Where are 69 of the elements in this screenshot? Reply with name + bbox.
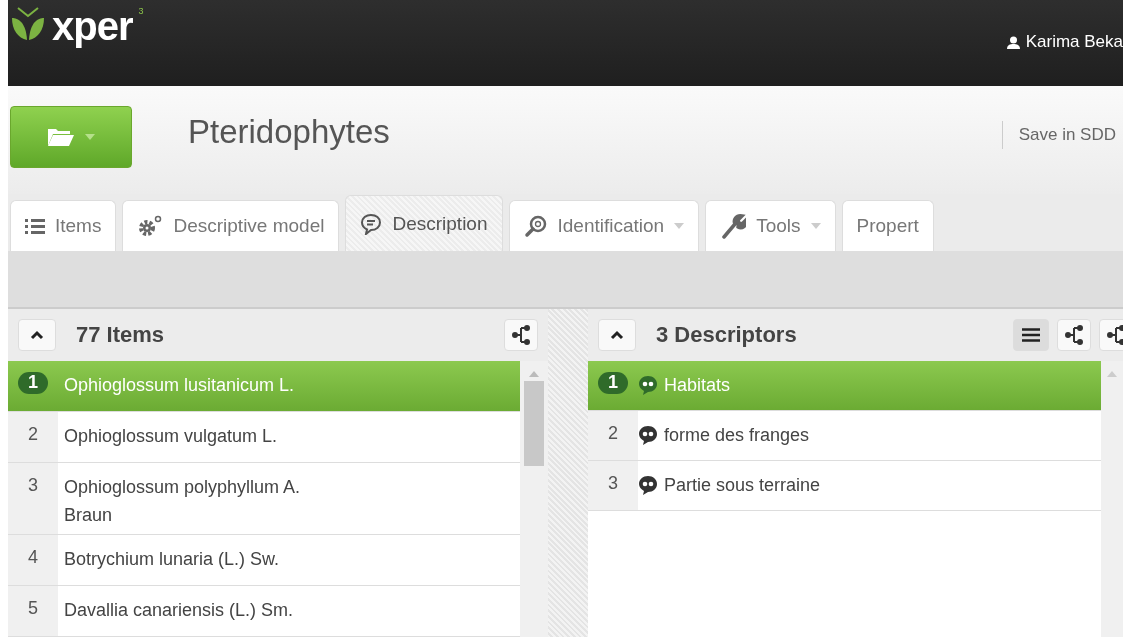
scroll-up-icon[interactable] xyxy=(529,371,539,377)
row-number: 1 xyxy=(598,372,628,394)
user-icon xyxy=(1006,35,1020,49)
magnifier-icon xyxy=(523,214,548,238)
row-number: 3 xyxy=(28,475,38,497)
row-number: 5 xyxy=(28,598,38,620)
app-logo: xper xyxy=(52,6,133,46)
descriptor-name: forme des franges xyxy=(664,424,811,447)
collapse-button[interactable] xyxy=(18,319,56,351)
speech-bubble-icon xyxy=(360,212,383,235)
descriptor-row[interactable]: 3 Partie sous terraine xyxy=(588,461,1101,511)
speech-bubble-icon xyxy=(638,475,658,495)
gears-icon xyxy=(137,215,164,237)
scrollbar[interactable] xyxy=(520,361,548,637)
tree-lock-button[interactable] xyxy=(1057,319,1091,351)
descriptor-row[interactable]: 2 forme des franges xyxy=(588,411,1101,461)
row-number: 4 xyxy=(28,547,38,569)
item-row[interactable]: 3 Ophioglossum polyphyllum A. Braun xyxy=(8,463,520,535)
project-title: Pteridophytes xyxy=(188,113,391,151)
folder-button[interactable] xyxy=(10,106,132,168)
tab[interactable]: Tools xyxy=(705,200,836,251)
tab[interactable]: Identification xyxy=(508,200,700,251)
caret-icon xyxy=(674,223,685,229)
tab[interactable]: Description xyxy=(345,195,503,251)
descriptor-name: Partie sous terraine xyxy=(664,474,822,497)
scrollbar[interactable] xyxy=(1101,361,1123,637)
item-name: Botrychium lunaria (L.) Sw. xyxy=(63,548,281,571)
tree-icon xyxy=(1065,325,1083,345)
panel-title: 77 Items xyxy=(76,322,166,348)
list-icon xyxy=(25,217,45,235)
tab[interactable]: Propert xyxy=(841,200,934,251)
folder-icon xyxy=(47,127,75,147)
tree-icon xyxy=(1107,325,1123,345)
descriptor-name: Habitats xyxy=(664,374,732,397)
item-name: Davallia canariensis (L.) Sm. xyxy=(63,599,295,622)
collapse-button[interactable] xyxy=(598,319,636,351)
caret-icon xyxy=(810,223,821,229)
tree-icon xyxy=(512,325,530,345)
item-row[interactable]: 2 Ophioglossum vulgatum L. xyxy=(8,412,520,463)
speech-bubble-icon xyxy=(638,375,658,395)
scroll-thumb[interactable] xyxy=(524,381,544,466)
collapse-icon xyxy=(610,330,624,340)
item-row[interactable]: 4 Botrychium lunaria (L.) Sw. xyxy=(8,535,520,586)
collapse-icon xyxy=(30,330,44,340)
list-view-button[interactable] xyxy=(1013,319,1049,351)
row-number: 2 xyxy=(28,424,38,446)
item-name: Ophioglossum lusitanicum L. xyxy=(63,374,296,397)
speech-bubble-icon xyxy=(638,425,658,445)
item-name: Ophioglossum vulgatum L. xyxy=(63,425,279,448)
row-number: 1 xyxy=(18,372,48,394)
leaf-logo-icon xyxy=(10,6,46,42)
item-name: Ophioglossum polyphyllum A. Braun xyxy=(63,476,302,527)
panel-title: 3 Descriptors xyxy=(656,322,798,348)
caret-icon xyxy=(85,134,95,140)
descriptor-row[interactable]: 1 Habitats xyxy=(588,361,1101,411)
tree-button[interactable] xyxy=(504,319,538,351)
item-row[interactable]: 1 Ophioglossum lusitanicum L. xyxy=(8,361,520,412)
user-name[interactable]: Karima Beka xyxy=(1025,32,1123,52)
row-number: 2 xyxy=(608,423,618,445)
tab[interactable]: Descriptive model xyxy=(122,200,340,251)
user-menu[interactable]: Karima Beka xyxy=(1006,32,1123,52)
tree-button[interactable] xyxy=(1099,319,1123,351)
logo-version: 3 xyxy=(138,6,144,16)
wrench-icon xyxy=(720,213,747,239)
item-row[interactable]: 5 Davallia canariensis (L.) Sm. xyxy=(8,586,520,637)
tab[interactable]: Items xyxy=(10,200,117,251)
save-link[interactable]: Save in SDD xyxy=(1001,121,1123,149)
row-number: 3 xyxy=(608,473,618,495)
menu-icon xyxy=(1022,328,1040,342)
